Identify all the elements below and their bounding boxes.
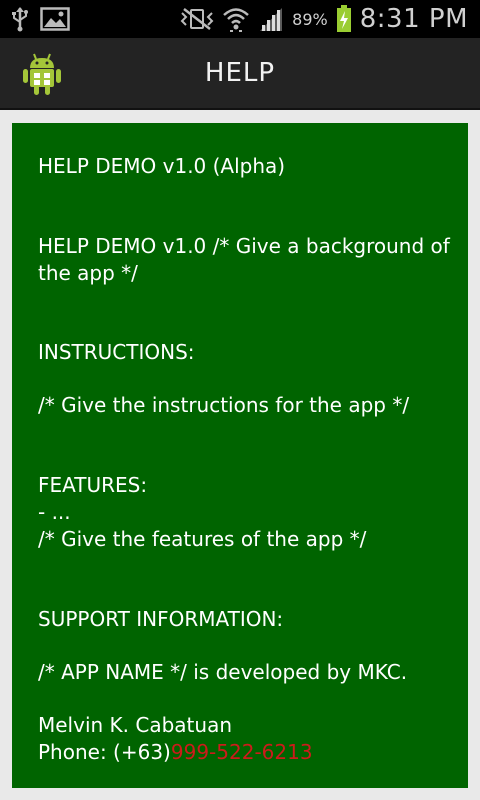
features-text: /* Give the features of the app */ bbox=[38, 527, 367, 551]
battery-charging-icon bbox=[336, 5, 352, 33]
features-heading: FEATURES: bbox=[38, 473, 148, 497]
wifi-icon bbox=[222, 6, 250, 32]
phone-label: Phone: (+63) bbox=[38, 740, 171, 764]
instructions-heading: INSTRUCTIONS: bbox=[38, 340, 195, 364]
contact-phone: Phone: (+63)999-522-6213 bbox=[38, 739, 450, 766]
features-item: - ... bbox=[38, 500, 71, 524]
image-notification-icon bbox=[40, 7, 70, 31]
status-bar: 89% 8:31 PM bbox=[0, 0, 480, 38]
usb-icon bbox=[10, 6, 30, 32]
phone-number-link[interactable]: 999-522-6213 bbox=[171, 740, 313, 764]
help-text-body: HELP DEMO v1.0 (Alpha) HELP DEMO v1.0 /*… bbox=[38, 153, 450, 766]
contact-name: Melvin K. Cabatuan bbox=[38, 713, 232, 737]
support-text: /* APP NAME */ is developed by MKC. bbox=[38, 660, 408, 684]
support-heading: SUPPORT INFORMATION: bbox=[38, 607, 284, 631]
clock: 8:31 PM bbox=[359, 4, 468, 34]
system-icons: 89% 8:31 PM bbox=[180, 0, 468, 38]
vibrate-mute-icon bbox=[180, 7, 214, 31]
instructions-text: /* Give the instructions for the app */ bbox=[38, 393, 410, 417]
battery-percent: 89% bbox=[292, 9, 328, 29]
signal-icon bbox=[258, 6, 284, 32]
background-text: HELP DEMO v1.0 /* Give a background of t… bbox=[38, 234, 450, 285]
help-content-panel[interactable]: HELP DEMO v1.0 (Alpha) HELP DEMO v1.0 /*… bbox=[12, 123, 468, 788]
app-title: HELP DEMO v1.0 (Alpha) bbox=[38, 154, 286, 178]
action-bar: HELP bbox=[0, 38, 480, 110]
screen-title: HELP bbox=[204, 58, 276, 88]
notification-icons bbox=[10, 6, 70, 32]
